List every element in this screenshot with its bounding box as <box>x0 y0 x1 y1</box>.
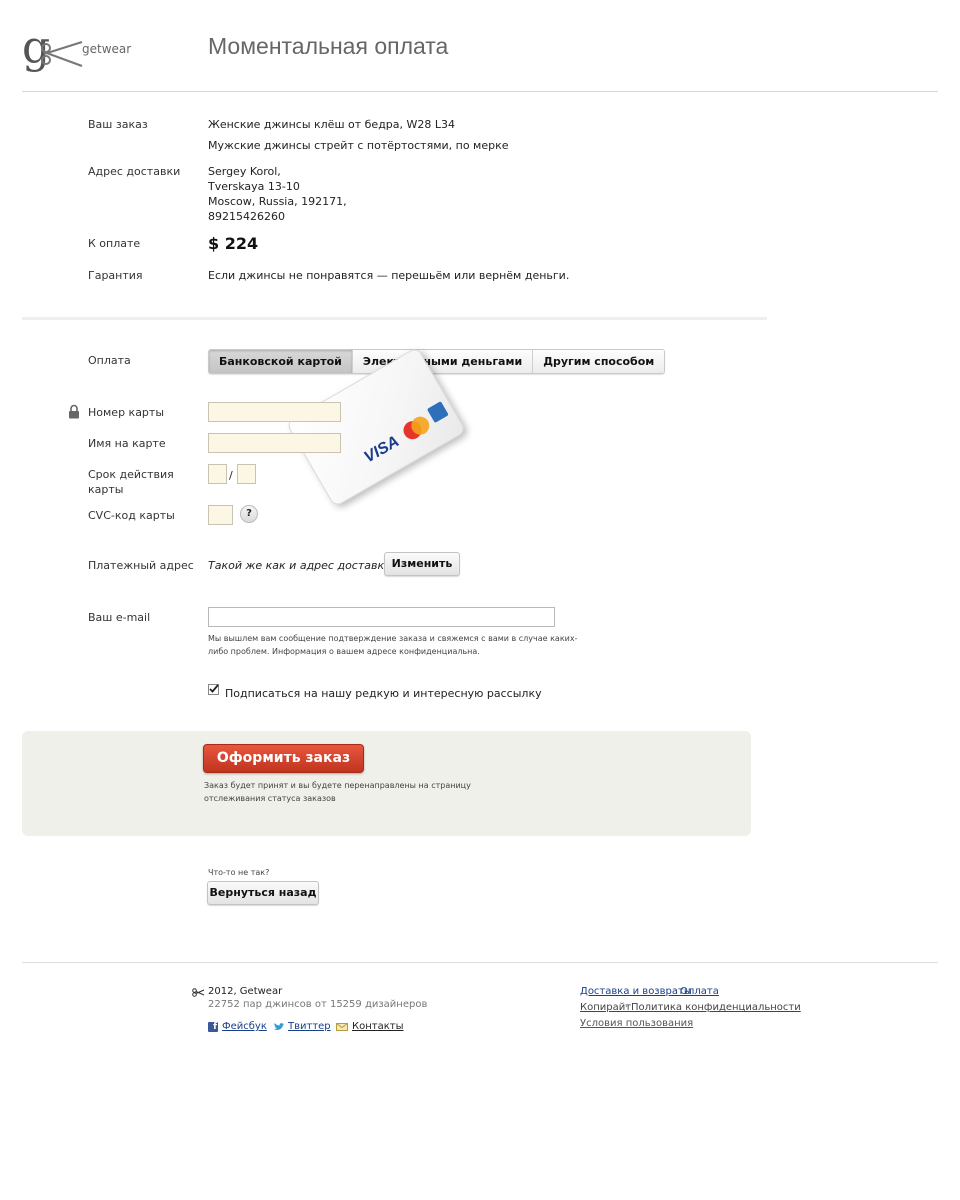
twitter-icon <box>274 1023 285 1030</box>
mastercard-icon <box>400 413 433 443</box>
address-line: Moscow, Russia, 192171, <box>208 195 347 208</box>
facebook-link[interactable]: Фейсбук <box>222 1021 267 1032</box>
address-label: Адрес доставки <box>88 165 181 178</box>
cvc-help-icon[interactable]: ? <box>240 505 258 523</box>
card-name-input[interactable] <box>208 433 341 453</box>
footer-link-copyright[interactable]: Копирайт <box>580 1002 631 1013</box>
cvc-label: CVC-код карты <box>88 509 175 522</box>
subscribe-label[interactable]: Подписаться на нашу редкую и интересную … <box>225 686 542 701</box>
place-order-button[interactable]: Оформить заказ <box>203 744 364 773</box>
contacts-link[interactable]: Контакты <box>352 1021 403 1032</box>
order-item: Мужские джинсы стрейт с потёртостями, по… <box>208 139 509 152</box>
payment-label: Оплата <box>88 354 131 367</box>
header-divider <box>22 91 938 92</box>
twitter-link[interactable]: Твиттер <box>288 1021 331 1032</box>
guarantee-label: Гарантия <box>88 269 143 282</box>
facebook-icon: f <box>208 1022 218 1032</box>
visa-logo: VISA <box>361 432 403 467</box>
email-note-line2: либо проблем. Информация о вашем адресе … <box>208 647 480 656</box>
cvc-input[interactable] <box>208 505 233 525</box>
billing-address-label: Платежный адрес <box>88 559 194 572</box>
footer-separator: · <box>674 986 678 997</box>
email-input[interactable] <box>208 607 555 627</box>
guarantee-text: Если джинсы не понравятся — перешьём или… <box>208 269 570 282</box>
expiry-label: Срок действия <box>88 468 174 481</box>
order-note: Заказ будет принят и вы будете перенапра… <box>204 781 471 790</box>
card-name-label: Имя на карте <box>88 437 166 450</box>
footer-link-privacy[interactable]: Политика конфиденциальности <box>631 1002 801 1013</box>
tab-bank-card[interactable]: Банковской картой <box>209 350 353 373</box>
checkmark-icon <box>209 684 219 693</box>
back-question: Что-то не так? <box>208 868 270 877</box>
footer-divider <box>22 962 938 963</box>
footer-separator: · <box>625 1002 629 1013</box>
address-line: Tverskaya 13-10 <box>208 180 300 193</box>
address-line: 89215426260 <box>208 210 285 223</box>
envelope-icon <box>336 1023 348 1031</box>
email-label: Ваш e-mail <box>88 611 151 624</box>
expiry-month-input[interactable] <box>208 464 227 484</box>
order-note-line2: отслеживания статуса заказов <box>204 794 336 803</box>
lock-icon <box>69 404 79 419</box>
summary-divider <box>22 317 767 320</box>
logo-text[interactable]: getwear <box>82 42 131 56</box>
subscribe-checkbox[interactable] <box>208 684 219 695</box>
expiry-separator: / <box>229 469 233 482</box>
amex-icon <box>426 401 449 424</box>
change-billing-button[interactable]: Изменить <box>384 552 460 576</box>
address-line: Sergey Korol, <box>208 165 281 178</box>
card-number-label: Номер карты <box>88 406 165 419</box>
card-number-input[interactable] <box>208 402 341 422</box>
scissors-icon <box>41 41 83 67</box>
footer-stats: 22752 пар джинсов от 15259 дизайнеров <box>208 999 428 1010</box>
footer-copyright: 2012, Getwear <box>208 986 283 997</box>
page-title: Моментальная оплата <box>208 33 449 59</box>
order-label: Ваш заказ <box>88 118 148 131</box>
expiry-year-input[interactable] <box>237 464 256 484</box>
back-button[interactable]: Вернуться назад <box>207 881 319 905</box>
tab-other-method[interactable]: Другим способом <box>533 350 665 373</box>
scissors-small-icon <box>192 988 205 997</box>
footer-link-terms[interactable]: Условия пользования <box>580 1018 693 1029</box>
order-item: Женские джинсы клёш от бедра, W28 L34 <box>208 118 456 131</box>
billing-address-value: Такой же как и адрес доставки <box>208 559 392 572</box>
footer-link-payment[interactable]: Оплата <box>680 986 719 997</box>
total-label: К оплате <box>88 237 141 250</box>
total-value: $ 224 <box>208 234 259 253</box>
email-note: Мы вышлем вам сообщение подтверждение за… <box>208 634 578 643</box>
payment-method-tabs: Банковской картой Электронными деньгами … <box>208 349 666 374</box>
expiry-label-line2: карты <box>88 483 124 496</box>
